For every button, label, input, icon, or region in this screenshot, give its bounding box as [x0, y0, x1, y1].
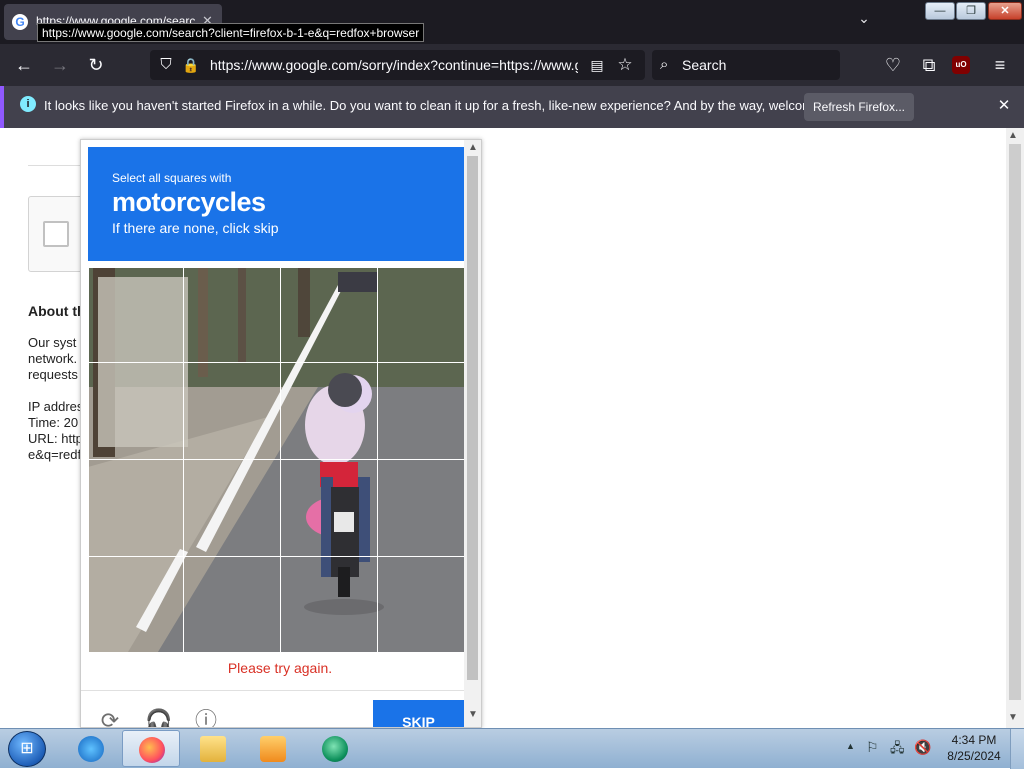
minimize-button[interactable]: —: [925, 2, 955, 20]
grid-tile[interactable]: [280, 362, 378, 460]
page-text-line: requests: [28, 367, 78, 382]
grid-tile[interactable]: [88, 556, 184, 652]
taskbar-media-player[interactable]: [244, 730, 302, 767]
app-green-icon: [322, 736, 348, 762]
tracking-shield-icon[interactable]: ⛉: [156, 54, 176, 76]
page-text-line: e&q=redf: [28, 447, 82, 462]
skip-button[interactable]: SKIP: [373, 700, 464, 727]
url-tooltip: https://www.google.com/search?client=fir…: [37, 23, 425, 42]
back-arrow-icon[interactable]: ←: [12, 53, 36, 77]
taskbar-file-explorer[interactable]: [184, 730, 242, 767]
bookmark-star-icon[interactable]: ☆: [614, 54, 636, 76]
maximize-button[interactable]: ❐: [956, 2, 986, 20]
grid-tile[interactable]: [183, 267, 281, 363]
divider: [81, 690, 479, 691]
popup-scrollbar[interactable]: ▲ ▼: [464, 140, 481, 727]
hamburger-menu-icon[interactable]: ≡: [988, 53, 1012, 77]
close-icon[interactable]: ✕: [994, 95, 1014, 117]
lock-icon[interactable]: 🔒: [182, 54, 200, 76]
grid-tile[interactable]: [88, 362, 184, 460]
clock-date[interactable]: 8/25/2024: [938, 749, 1010, 763]
grid-tile[interactable]: [280, 267, 378, 363]
search-input[interactable]: [682, 50, 832, 80]
sound-muted-icon[interactable]: 🔇: [914, 739, 931, 756]
show-desktop-button[interactable]: [1010, 729, 1024, 769]
minimize-icon: —: [934, 5, 946, 17]
grid-tile[interactable]: [183, 459, 281, 557]
taskbar-internet-explorer[interactable]: [62, 730, 120, 767]
search-icon: ⌕: [660, 56, 669, 73]
search-bar[interactable]: ⌕: [652, 50, 840, 80]
windows-logo-icon: ⊞: [20, 740, 34, 757]
about-heading: About th: [28, 303, 86, 319]
extensions-icon[interactable]: ⧉: [917, 53, 941, 77]
challenge-image-grid: [88, 267, 464, 652]
action-center-flag-icon[interactable]: ⚐: [866, 739, 879, 756]
reload-challenge-icon[interactable]: ⟳: [97, 708, 123, 727]
reload-icon[interactable]: ↻: [84, 53, 108, 77]
scroll-down-icon[interactable]: ▼: [468, 709, 478, 720]
recaptcha-challenge-popup: Select all squares with motorcycles If t…: [80, 139, 482, 728]
help-info-icon[interactable]: ⓘ: [193, 708, 219, 727]
refresh-firefox-notification: i It looks like you haven't started Fire…: [0, 86, 1024, 128]
scrollbar-thumb[interactable]: [467, 156, 478, 680]
network-icon[interactable]: 🖧: [890, 739, 905, 761]
page-text-line: URL: http: [28, 431, 83, 446]
taskbar-app[interactable]: [306, 730, 364, 767]
start-button[interactable]: ⊞: [8, 731, 46, 767]
scrollbar-thumb[interactable]: [1009, 144, 1021, 700]
grid-tile[interactable]: [183, 362, 281, 460]
close-icon: ✕: [1000, 5, 1010, 17]
grid-tile[interactable]: [88, 459, 184, 557]
challenge-header: Select all squares with motorcycles If t…: [88, 147, 464, 261]
grid-tile[interactable]: [377, 362, 464, 460]
grid-tile[interactable]: [280, 556, 378, 652]
restore-icon: ❐: [966, 5, 976, 17]
info-icon: i: [20, 96, 36, 112]
page-text-line: IP addres: [28, 399, 84, 414]
audio-challenge-icon[interactable]: 🎧: [145, 708, 172, 727]
media-player-icon: [260, 736, 286, 762]
ublock-origin-icon[interactable]: uO: [952, 56, 970, 74]
internet-explorer-icon: [78, 736, 104, 762]
page-text-line: Time: 20: [28, 415, 79, 430]
recaptcha-checkbox[interactable]: [43, 221, 69, 247]
taskbar: ⊞ ▲ ⚐ 🖧 🔇 4:34 PM 8/25/2024: [0, 728, 1024, 769]
show-hidden-icons[interactable]: ▲: [846, 741, 855, 751]
error-message: Please try again.: [227, 660, 333, 676]
divider: [28, 165, 88, 166]
window-close-button[interactable]: ✕: [988, 2, 1022, 20]
scroll-down-icon[interactable]: ▼: [1008, 712, 1018, 723]
reader-view-icon[interactable]: ▤: [586, 54, 608, 76]
url-text[interactable]: https://www.google.com/sorry/index?conti…: [210, 57, 578, 75]
folder-icon: [200, 736, 226, 762]
grid-tile[interactable]: [88, 267, 184, 363]
page-text-line: Our syst: [28, 335, 77, 350]
clock-time[interactable]: 4:34 PM: [938, 733, 1010, 747]
scroll-up-icon[interactable]: ▲: [1008, 130, 1018, 141]
chevron-down-icon[interactable]: ⌄: [852, 10, 876, 32]
recaptcha-widget[interactable]: [28, 196, 84, 272]
refresh-firefox-button[interactable]: Refresh Firefox...: [804, 93, 914, 121]
notification-message: It looks like you haven't started Firefo…: [44, 98, 855, 113]
grid-tile[interactable]: [183, 556, 281, 652]
scroll-up-icon[interactable]: ▲: [468, 142, 478, 153]
google-favicon-icon: G: [12, 14, 28, 30]
page-text-line: network.: [28, 351, 78, 366]
forward-arrow-icon[interactable]: →: [48, 53, 72, 77]
pocket-icon[interactable]: ♡: [881, 53, 905, 77]
taskbar-firefox[interactable]: [122, 730, 180, 767]
firefox-icon: [139, 737, 165, 763]
grid-tile[interactable]: [377, 459, 464, 557]
challenge-instruction: Select all squares with: [112, 171, 232, 185]
grid-tile[interactable]: [377, 267, 464, 363]
challenge-target: motorcycles: [112, 187, 266, 217]
address-bar[interactable]: ⛉ 🔒 https://www.google.com/sorry/index?c…: [150, 50, 645, 80]
page-scrollbar[interactable]: ▲ ▼: [1006, 128, 1024, 728]
grid-tile[interactable]: [377, 556, 464, 652]
grid-tile[interactable]: [280, 459, 378, 557]
challenge-subtext: If there are none, click skip: [112, 220, 279, 236]
navigation-toolbar: ← → ↻ ⛉ 🔒 https://www.google.com/sorry/i…: [0, 44, 1024, 86]
